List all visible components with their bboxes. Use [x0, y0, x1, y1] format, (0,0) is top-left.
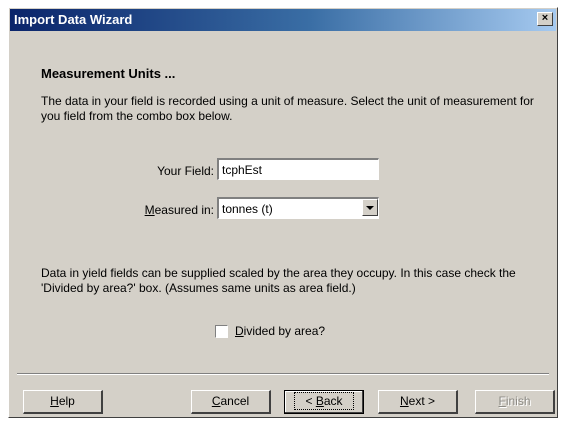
measured-in-label: Measured in: — [144, 203, 214, 217]
your-field-label: Your Field: — [157, 164, 214, 178]
title-bar[interactable]: Import Data Wizard × — [10, 9, 556, 31]
your-field-value: tcphEst — [222, 163, 263, 177]
yield-note-text: Data in yield fields can be supplied sca… — [41, 266, 516, 295]
cancel-button[interactable]: Cancel — [191, 390, 271, 414]
button-divider — [17, 373, 549, 375]
window-title: Import Data Wizard — [14, 12, 133, 27]
divided-by-area-label[interactable]: Divided by area? — [235, 324, 325, 338]
intro-text: The data in your field is recorded using… — [41, 94, 534, 123]
next-button[interactable]: Next > — [378, 390, 458, 414]
close-button[interactable]: × — [537, 12, 553, 26]
close-icon: × — [541, 12, 549, 24]
divided-by-area-checkbox[interactable] — [215, 325, 228, 338]
help-button[interactable]: Help — [23, 390, 103, 414]
your-field-input[interactable]: tcphEst — [217, 158, 379, 180]
back-button[interactable]: < Back — [284, 390, 364, 414]
import-data-wizard-dialog: Import Data Wizard × Measurement Units .… — [8, 7, 558, 418]
page-heading: Measurement Units ... — [41, 66, 176, 81]
measured-in-value: tonnes (t) — [222, 202, 273, 216]
measured-in-select[interactable]: tonnes (t) — [217, 197, 379, 219]
chevron-down-icon[interactable] — [362, 199, 378, 216]
finish-button[interactable]: Finish — [475, 390, 555, 414]
